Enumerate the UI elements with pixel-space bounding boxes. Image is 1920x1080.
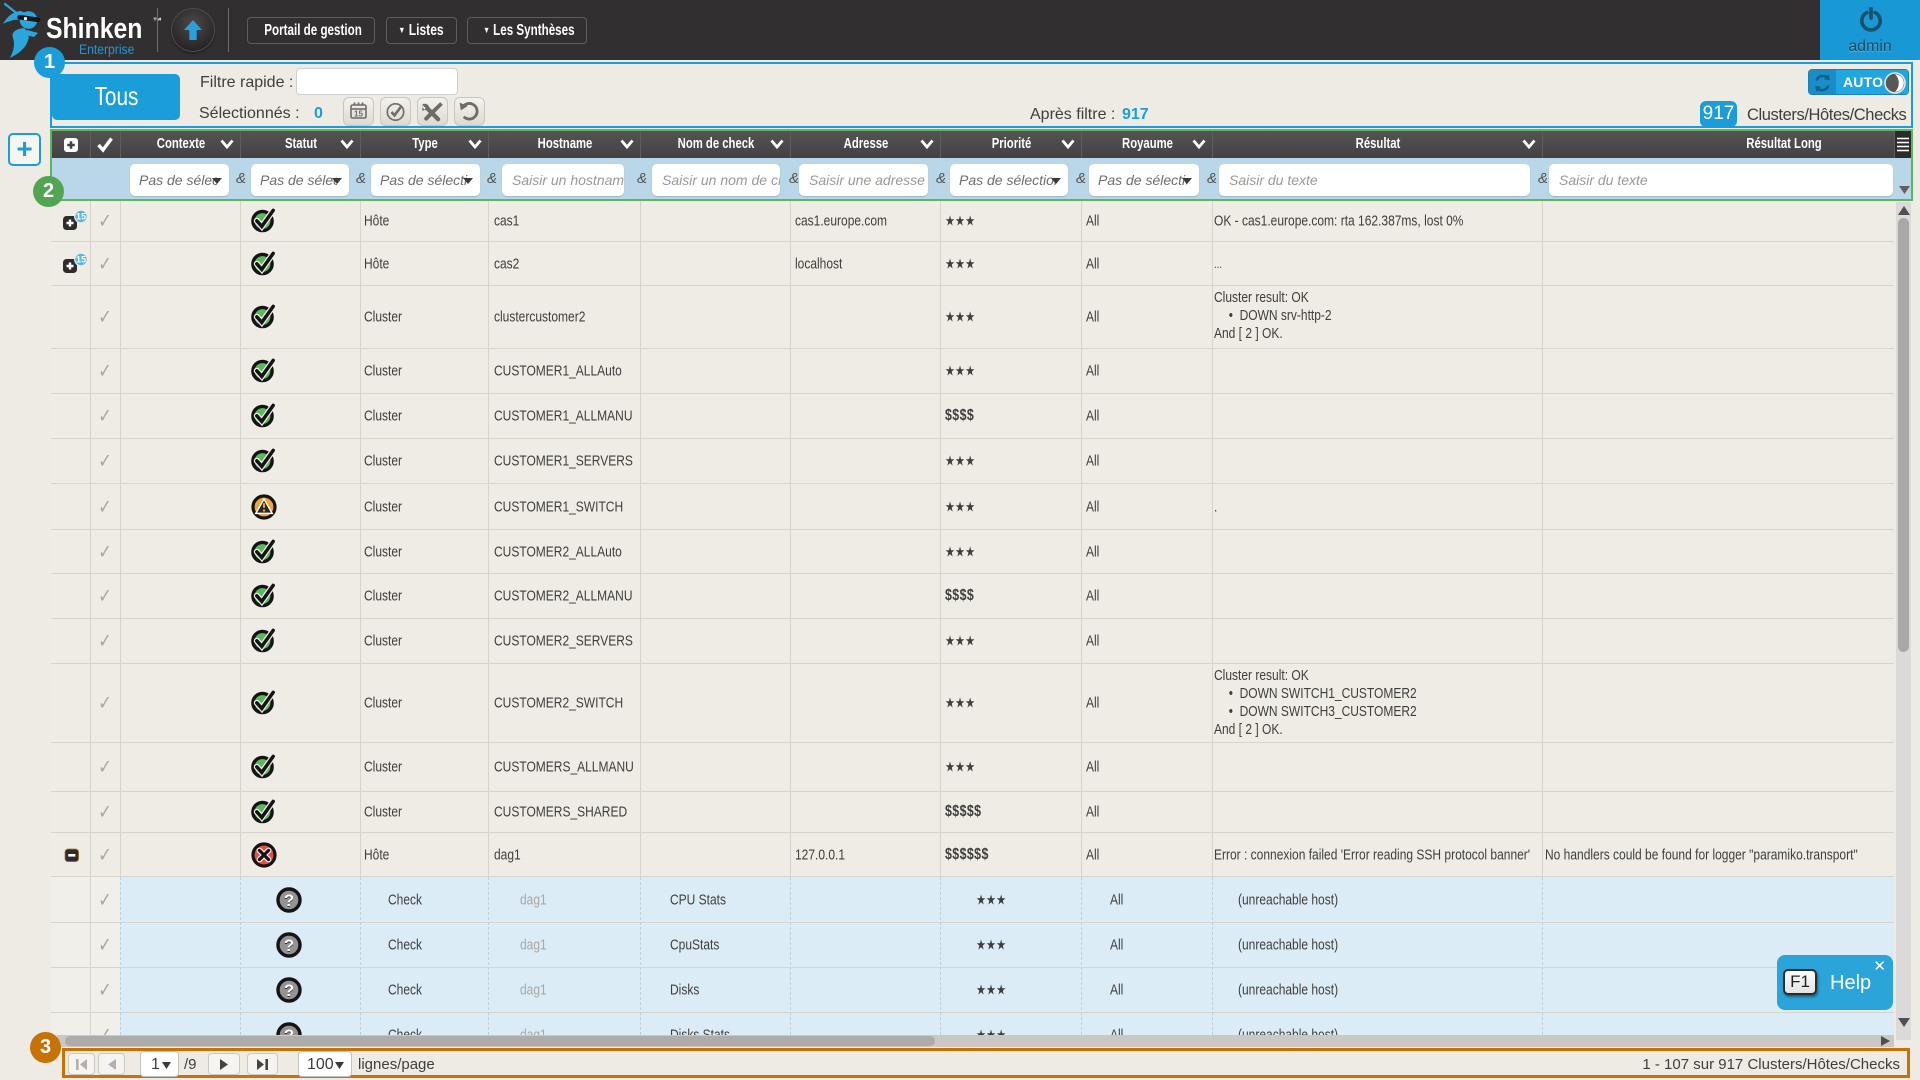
svg-text:15: 15 <box>76 212 86 222</box>
svg-text:?: ? <box>284 982 294 1000</box>
svg-text:15: 15 <box>76 255 86 265</box>
svg-text:?: ? <box>284 891 294 909</box>
svg-text:?: ? <box>284 937 294 955</box>
svg-text:?: ? <box>284 1027 294 1035</box>
svg-text:15: 15 <box>354 110 363 119</box>
